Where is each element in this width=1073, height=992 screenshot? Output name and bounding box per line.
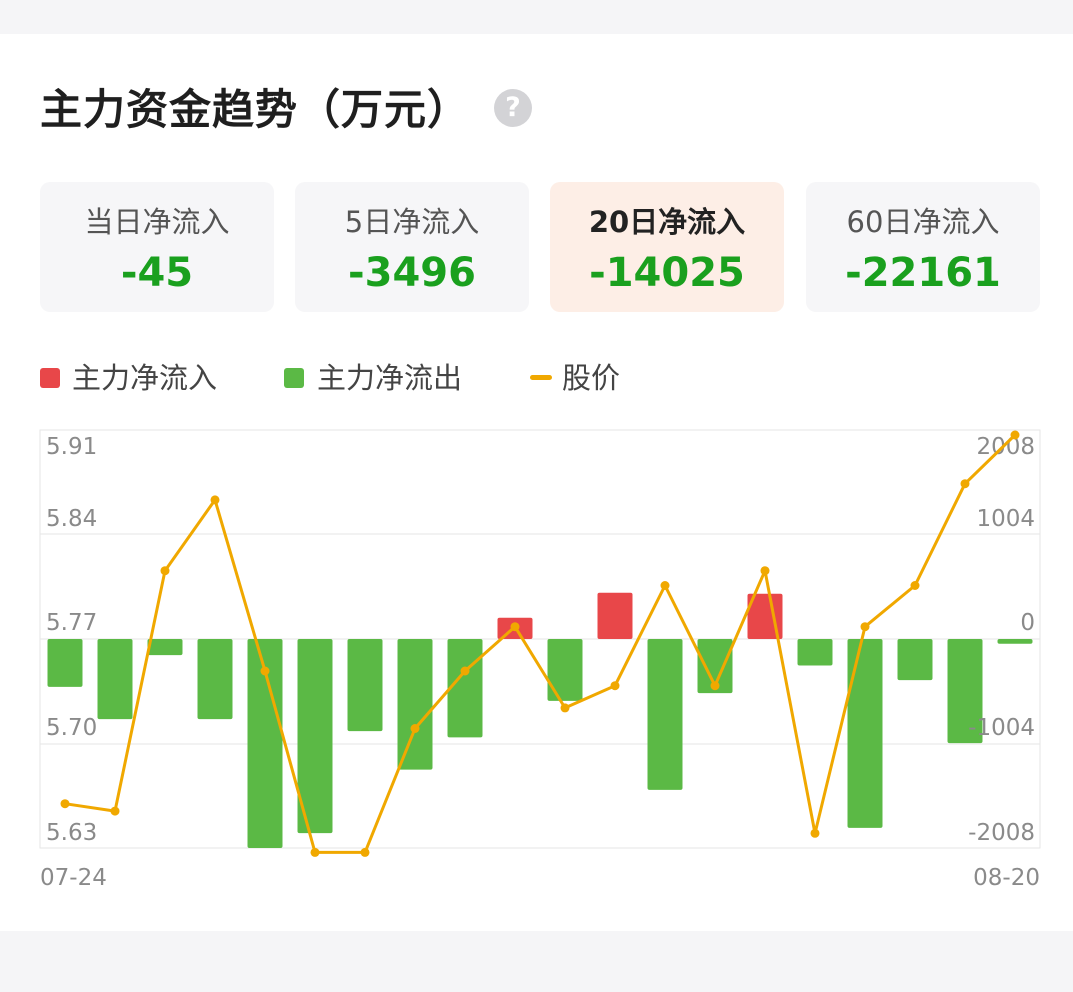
chart-bar-outflow <box>447 639 483 738</box>
left-axis-tick-label: 5.91 <box>46 434 97 460</box>
chart-bar-outflow <box>547 639 583 701</box>
chart-bar-outflow <box>397 639 433 770</box>
chart-bar-outflow <box>797 639 833 666</box>
price-point <box>860 622 870 632</box>
x-axis-start-label: 07-24 <box>40 865 107 891</box>
chart-bar-outflow <box>897 639 933 681</box>
price-point <box>710 681 720 691</box>
chart-bar-outflow <box>147 639 183 656</box>
left-axis-tick-label: 5.84 <box>46 506 97 532</box>
price-point <box>510 622 520 632</box>
price-point <box>560 703 570 713</box>
price-point <box>110 806 120 816</box>
x-axis-end-label: 08-20 <box>973 865 1040 891</box>
chart-bar-outflow <box>997 639 1033 644</box>
right-axis-tick-label: -1004 <box>968 715 1035 741</box>
price-point <box>610 681 620 691</box>
price-point <box>910 581 920 590</box>
price-point <box>310 847 320 857</box>
chart-bar-outflow <box>647 639 683 790</box>
price-point <box>460 666 470 676</box>
price-point <box>660 581 670 590</box>
price-point <box>960 479 970 489</box>
price-point <box>260 666 270 676</box>
right-axis-tick-label: -2008 <box>968 820 1035 846</box>
right-axis-tick-label: 0 <box>1020 610 1035 636</box>
chart-bar-inflow <box>597 592 633 639</box>
chart-bar-outflow <box>197 639 233 720</box>
right-axis-tick-label: 1004 <box>976 506 1035 532</box>
price-point <box>360 847 370 857</box>
left-axis-tick-label: 5.70 <box>46 715 97 741</box>
price-point <box>210 495 220 505</box>
chart-bar-outflow <box>97 639 133 720</box>
chart-bar-outflow <box>847 639 883 828</box>
right-axis-tick-label: 2008 <box>976 434 1035 460</box>
price-point <box>410 724 420 733</box>
fund-flow-chart: 5.91 5.84 5.77 5.70 5.63 2008 1004 0 -1004 -2008 <box>39 429 1041 857</box>
price-point <box>60 799 70 809</box>
chart-bar-outflow <box>347 639 383 732</box>
left-axis-tick-label: 5.77 <box>46 610 97 636</box>
left-axis-tick-label: 5.63 <box>46 820 97 846</box>
price-point <box>810 828 820 838</box>
chart-bar-outflow <box>47 639 83 687</box>
price-point <box>1010 430 1020 440</box>
price-point <box>760 566 770 576</box>
price-point <box>160 566 170 576</box>
